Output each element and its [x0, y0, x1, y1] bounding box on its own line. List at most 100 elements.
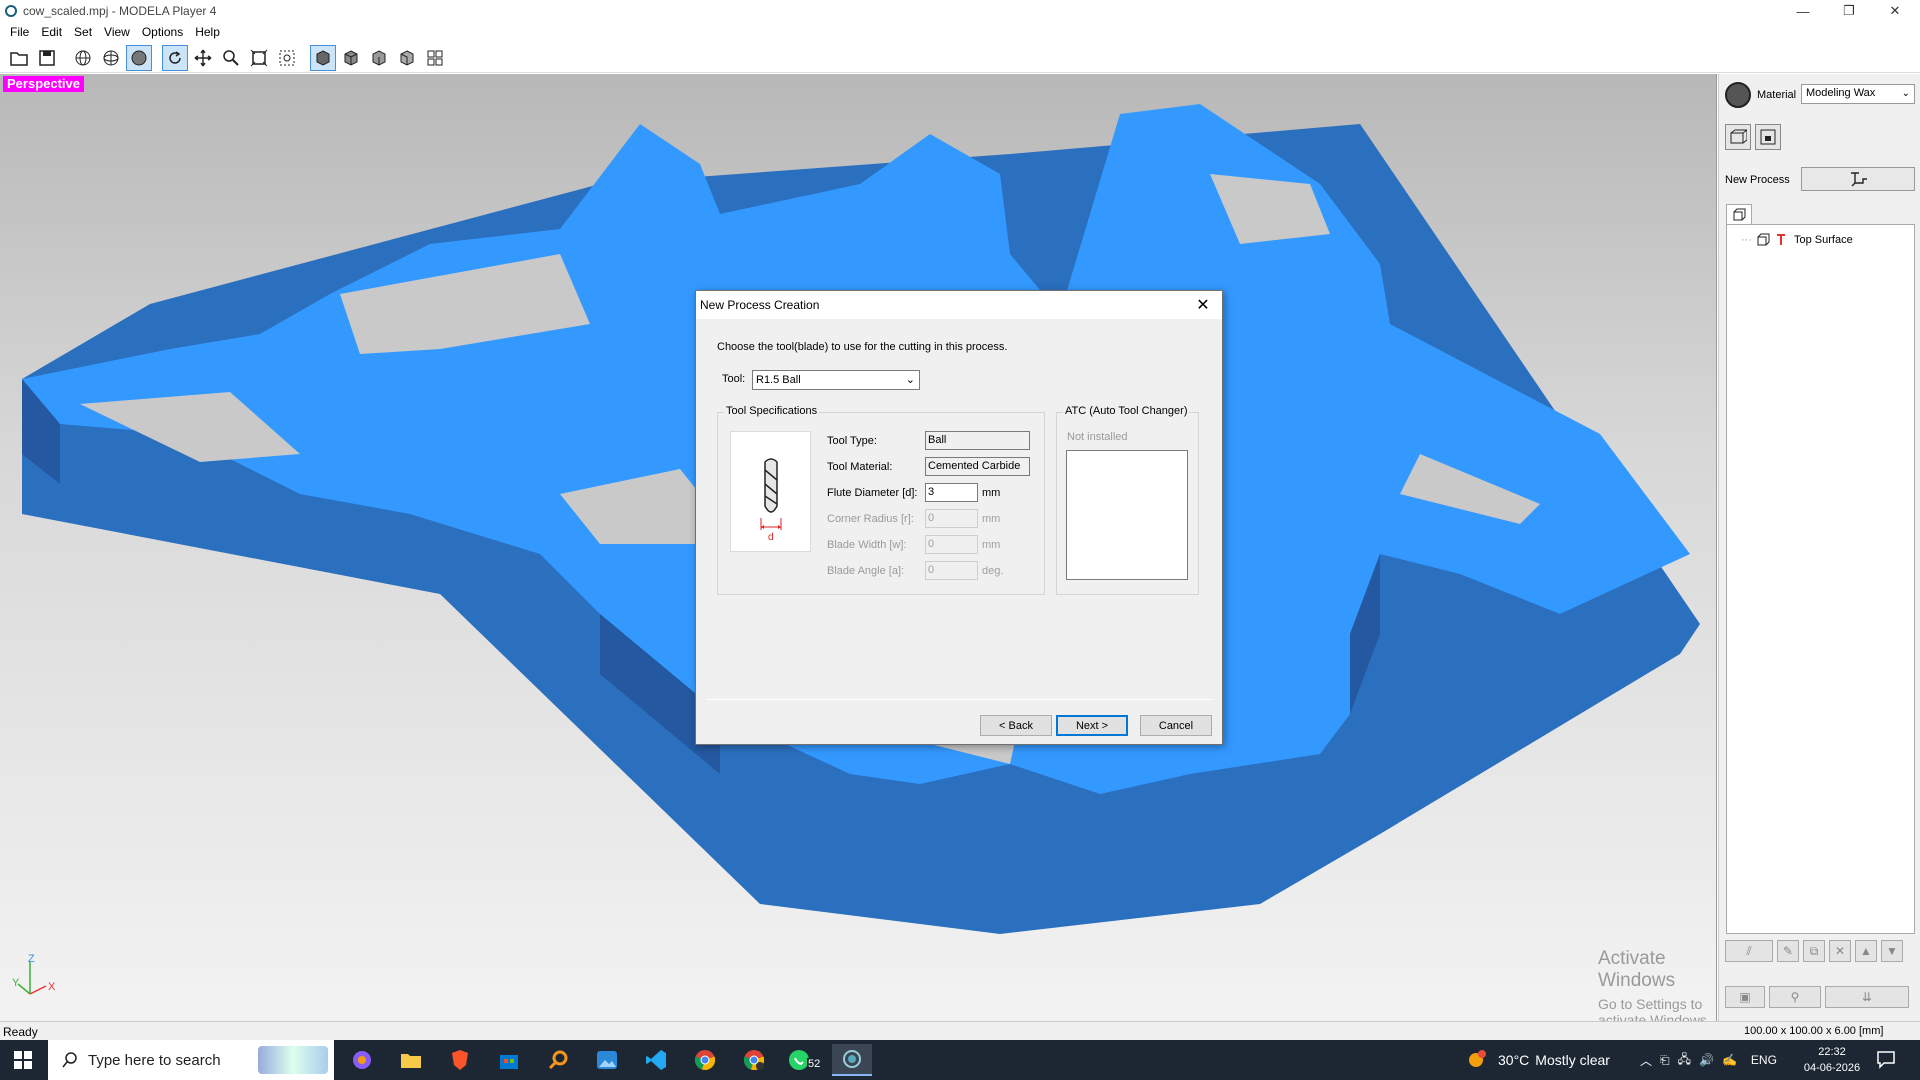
model-dimensions: 100.00 x 100.00 x 6.00 [mm] — [1744, 1025, 1884, 1037]
side-view-icon[interactable] — [366, 45, 392, 71]
process-tab[interactable] — [1726, 204, 1752, 224]
move-down-icon[interactable]: ▼ — [1881, 940, 1903, 962]
photos-icon[interactable] — [587, 1044, 627, 1076]
brave-browser-icon[interactable] — [440, 1044, 480, 1076]
fit-view-icon[interactable] — [246, 45, 272, 71]
activation-watermark: Activate Windows Go to Settings to activ… — [1598, 948, 1716, 1021]
move-up-icon[interactable]: ▲ — [1855, 940, 1877, 962]
pen-icon[interactable]: ✍ — [1722, 1053, 1737, 1067]
tool-specifications-title: Tool Specifications — [724, 405, 820, 417]
dialog-divider — [706, 699, 1212, 700]
volume-icon[interactable]: 🔊 — [1699, 1053, 1714, 1067]
tool-diagram: d — [730, 431, 811, 552]
chevron-up-icon[interactable]: ︿ — [1640, 1052, 1652, 1069]
flute-diameter-input[interactable]: 3 — [925, 483, 978, 502]
axis-indicator: Z Y X — [12, 954, 56, 995]
menu-set[interactable]: Set — [68, 25, 98, 39]
app-icon — [5, 5, 17, 17]
wireframe-globe-icon[interactable] — [70, 45, 96, 71]
menu-edit[interactable]: Edit — [35, 25, 68, 39]
clock[interactable]: 22:32 04-06-2026 — [1800, 1044, 1864, 1076]
cut-icon[interactable]: ⇊ — [1825, 986, 1909, 1008]
diagram-d-label: d — [768, 532, 774, 543]
menu-help[interactable]: Help — [189, 25, 226, 39]
microsoft-store-icon[interactable] — [489, 1044, 529, 1076]
new-process-dialog: New Process Creation ✕ Choose the tool(b… — [695, 290, 1223, 745]
weather-temp: 30°C — [1498, 1052, 1530, 1068]
pan-icon[interactable] — [190, 45, 216, 71]
windows-start-icon[interactable] — [0, 1040, 46, 1080]
taskbar: Type here to search 52 30°C Mostly clear… — [0, 1040, 1920, 1080]
taskbar-search[interactable]: Type here to search — [48, 1040, 334, 1080]
blade-angle-input: 0 — [925, 561, 978, 580]
back-button[interactable]: < Back — [980, 715, 1052, 736]
zoom-icon[interactable] — [218, 45, 244, 71]
meet-now-icon[interactable]: ⎗ — [1660, 1053, 1670, 1068]
chrome-profile-icon[interactable] — [734, 1044, 774, 1076]
mill-icon — [1777, 234, 1785, 245]
whatsapp-icon[interactable]: 52 — [783, 1044, 823, 1076]
corner-radius-unit: mm — [982, 513, 1001, 525]
zoom-window-icon[interactable] — [274, 45, 300, 71]
toolbar — [0, 43, 1920, 73]
vscode-icon[interactable] — [636, 1044, 676, 1076]
restore-button[interactable]: ❐ — [1826, 0, 1872, 22]
preview-cut-icon[interactable]: ⫽ — [1725, 940, 1773, 962]
axis-z-label: Z — [28, 954, 35, 965]
path-view-icon[interactable]: ▣ — [1725, 986, 1765, 1008]
minimize-button[interactable]: — — [1780, 0, 1826, 22]
modela-player-icon[interactable] — [832, 1044, 872, 1076]
atc-list — [1066, 450, 1188, 580]
next-button[interactable]: Next > — [1056, 715, 1128, 736]
tool-select[interactable]: R1.5 Ball ⌄ — [752, 370, 920, 390]
material-icon[interactable] — [1725, 82, 1751, 108]
weather-widget[interactable]: 30°C Mostly clear — [1466, 1040, 1610, 1080]
iso-view-icon[interactable] — [310, 44, 336, 71]
copilot-icon[interactable] — [342, 1044, 382, 1076]
mill-tool-icon — [1851, 172, 1867, 187]
back-view-icon[interactable] — [394, 45, 420, 71]
material-value: Modeling Wax — [1806, 87, 1876, 99]
axis-y-label: Y — [12, 977, 20, 989]
axis-x-label: X — [48, 981, 56, 993]
delete-icon[interactable]: ✕ — [1829, 940, 1851, 962]
menu-view[interactable]: View — [98, 25, 136, 39]
front-view-icon[interactable] — [338, 45, 364, 71]
status-text: Ready — [3, 1025, 38, 1039]
search-app-icon[interactable] — [538, 1044, 578, 1076]
blade-angle-unit: deg. — [982, 565, 1004, 577]
open-folder-icon[interactable] — [6, 45, 32, 71]
close-icon[interactable]: ✕ — [1188, 293, 1218, 317]
weather-desc: Mostly clear — [1535, 1052, 1610, 1068]
copy-icon[interactable]: ⧉ — [1803, 940, 1825, 962]
file-explorer-icon[interactable] — [391, 1044, 431, 1076]
tool-material-label: Tool Material: — [827, 461, 893, 473]
language-indicator[interactable]: ENG — [1751, 1053, 1777, 1067]
origin-icon[interactable] — [1755, 124, 1781, 150]
chrome-icon[interactable] — [685, 1044, 725, 1076]
close-window-button[interactable]: ✕ — [1872, 0, 1918, 22]
multi-view-icon[interactable] — [422, 45, 448, 71]
new-process-button[interactable] — [1801, 167, 1915, 191]
edit-process-icon[interactable]: ✎ — [1777, 940, 1799, 962]
cancel-button[interactable]: Cancel — [1140, 715, 1212, 736]
tree-item-top-surface[interactable]: ··· Top Surface — [1741, 233, 1853, 247]
save-icon[interactable] — [34, 45, 60, 71]
network-icon[interactable]: 🖧 — [1678, 1050, 1691, 1071]
search-icon — [62, 1052, 77, 1068]
watermark-line1: Activate Windows — [1598, 948, 1676, 991]
process-panel: Material Modeling Wax ⌄ New Process ··· … — [1718, 74, 1920, 1021]
status-bar: Ready 100.00 x 100.00 x 6.00 [mm] — [0, 1021, 1920, 1040]
shaded-sphere-icon[interactable] — [126, 44, 152, 71]
weather-icon — [1469, 1050, 1486, 1067]
rotate-icon[interactable] — [162, 44, 188, 71]
grid-globe-icon[interactable] — [98, 45, 124, 71]
tool-select-value: R1.5 Ball — [756, 374, 801, 386]
preview-icon[interactable]: ⚲ — [1769, 986, 1821, 1008]
flute-diameter-unit: mm — [982, 487, 1001, 499]
material-select[interactable]: Modeling Wax ⌄ — [1801, 84, 1915, 104]
stock-icon[interactable] — [1725, 124, 1751, 150]
notification-icon[interactable] — [1876, 1049, 1896, 1072]
menu-options[interactable]: Options — [136, 25, 189, 39]
menu-file[interactable]: File — [4, 25, 35, 39]
